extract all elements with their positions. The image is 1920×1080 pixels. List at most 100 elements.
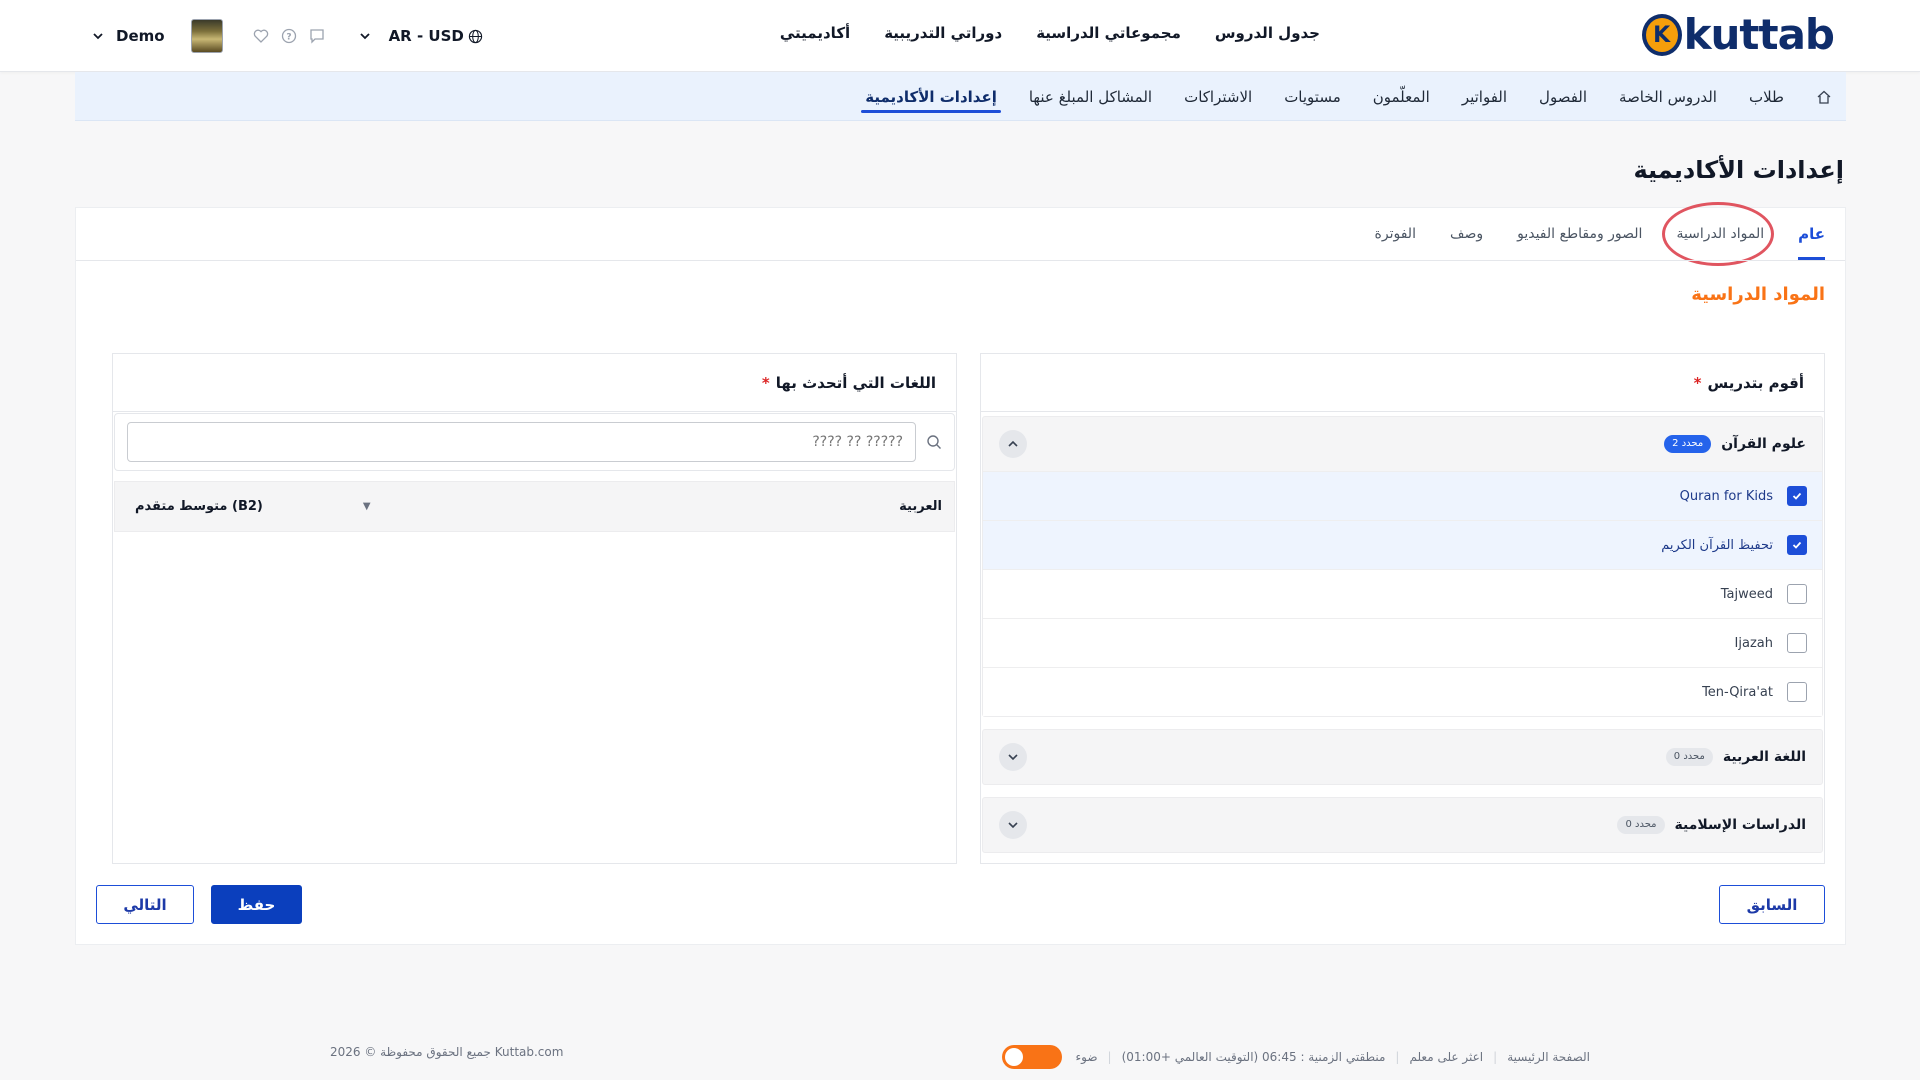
theme-toggle[interactable] — [1001, 1045, 1062, 1069]
language-row: العربية ▼ متوسط متقدم (B2) — [114, 481, 955, 532]
copyright: جميع الحقوق محفوظة © 2026 Kuttab.com — [330, 1045, 564, 1059]
required-mark: * — [1693, 373, 1702, 392]
subject-group-header[interactable]: علوم القرآن 2 محدد — [983, 417, 1822, 471]
subject-option[interactable]: Tajweed — [983, 569, 1822, 618]
separator: | — [1493, 1050, 1498, 1064]
save-button[interactable]: حفظ — [211, 885, 302, 924]
page-title: إعدادات الأكاديمية — [1633, 156, 1844, 184]
timezone-text: منطقتي الزمنية : 06:45 (التوقيت العالمي … — [1121, 1050, 1386, 1064]
search-icon — [926, 434, 942, 450]
subnav-reported-issues[interactable]: المشاكل المبلغ عنها — [1029, 72, 1152, 121]
theme-label: ضوء — [1075, 1050, 1098, 1064]
separator: | — [1107, 1050, 1112, 1064]
selected-count-badge: 0 محدد — [1665, 748, 1713, 766]
subject-group-arabic: اللغة العربية 0 محدد — [982, 729, 1823, 785]
tab-billing[interactable]: الفوترة — [1375, 208, 1416, 260]
language-search-box — [114, 413, 955, 471]
language-level-value: متوسط متقدم (B2) — [135, 499, 263, 514]
chat-icon[interactable] — [309, 28, 325, 44]
main-nav: جدول الدروس مجموعاتي الدراسية دوراتي الت… — [780, 24, 1320, 42]
subject-group-islamic: الدراسات الإسلامية 0 محدد — [982, 797, 1823, 853]
subnav-academy-settings[interactable]: إعدادات الأكاديمية — [861, 72, 1001, 121]
kuttab-logo[interactable]: K kuttab — [1641, 10, 1835, 60]
currency-selector[interactable]: AR - USD — [359, 27, 483, 45]
subnav-classes[interactable]: الفصول — [1539, 72, 1587, 121]
checkbox-unchecked[interactable] — [1787, 682, 1807, 702]
subject-group-header[interactable]: الدراسات الإسلامية 0 محدد — [983, 798, 1822, 852]
subject-option-label: Tajweed — [1720, 586, 1773, 602]
subject-option[interactable]: Ten-Qira'at — [983, 667, 1822, 716]
footer-info: الصفحة الرئيسية | اعثر على معلم | منطقتي… — [1001, 1045, 1590, 1069]
subnav-teachers[interactable]: المعلّمون — [1373, 72, 1430, 121]
language-name: العربية — [899, 499, 942, 514]
checkbox-checked[interactable] — [1787, 535, 1807, 555]
subjects-panel-header: * أقوم بتدريس — [981, 354, 1824, 412]
next-button[interactable]: التالي — [96, 885, 194, 924]
header-user-area: Demo ? AR - USD — [92, 18, 483, 54]
previous-button[interactable]: السابق — [1719, 885, 1825, 924]
nav-study-groups[interactable]: مجموعاتي الدراسية — [1036, 24, 1181, 42]
home-icon[interactable] — [1816, 72, 1832, 121]
languages-panel-header: * اللغات التي أتحدث بها — [113, 354, 956, 412]
nav-lessons-schedule[interactable]: جدول الدروس — [1215, 24, 1320, 42]
languages-label: اللغات التي أتحدث بها — [775, 373, 936, 392]
tab-general[interactable]: عام — [1798, 208, 1825, 260]
chevron-down-icon — [359, 30, 371, 42]
nav-my-academy[interactable]: أكاديميتي — [780, 24, 850, 42]
user-name[interactable]: Demo — [116, 27, 165, 45]
subject-option-label: تحفيظ القرآن الكريم — [1661, 537, 1773, 553]
checkbox-checked[interactable] — [1787, 486, 1807, 506]
heart-icon[interactable] — [253, 28, 269, 44]
globe-icon — [468, 29, 483, 44]
subject-option-label: Quran for Kids — [1679, 488, 1773, 504]
tab-subjects[interactable]: المواد الدراسية — [1662, 202, 1774, 266]
subject-option-label: Ijazah — [1734, 635, 1773, 651]
settings-tabs: عام المواد الدراسية الصور ومقاطع الفيديو… — [1375, 202, 1825, 266]
footer-link-find-teacher[interactable]: اعثر على معلم — [1409, 1050, 1483, 1064]
subject-option[interactable]: Ijazah — [983, 618, 1822, 667]
subject-group-quran: علوم القرآن 2 محدد Quran for Kids تحفيظ … — [982, 416, 1823, 717]
language-search-input[interactable] — [127, 422, 916, 462]
language-level-select[interactable]: ▼ متوسط متقدم (B2) — [135, 499, 371, 514]
subnav-private-lessons[interactable]: الدروس الخاصة — [1619, 72, 1717, 121]
logo-mark-icon: K — [1641, 14, 1682, 56]
chevron-down-icon[interactable] — [999, 811, 1027, 839]
chevron-down-icon[interactable] — [92, 30, 104, 42]
settings-card: عام المواد الدراسية الصور ومقاطع الفيديو… — [75, 202, 1846, 945]
selected-count-badge: 2 محدد — [1664, 435, 1712, 453]
academy-subnav: طلاب الدروس الخاصة الفصول الفواتير المعل… — [75, 72, 1846, 121]
logo-text: kuttab — [1683, 10, 1835, 59]
subject-option-label: Ten-Qira'at — [1702, 684, 1773, 700]
checkbox-unchecked[interactable] — [1787, 633, 1807, 653]
subject-group-header[interactable]: اللغة العربية 0 محدد — [983, 730, 1822, 784]
nav-my-courses[interactable]: دوراتي التدريبية — [884, 24, 1002, 42]
tabs-divider — [76, 260, 1845, 261]
caret-down-icon: ▼ — [362, 501, 371, 512]
subnav-subscriptions[interactable]: الاشتراكات — [1184, 72, 1252, 121]
footer-link-home[interactable]: الصفحة الرئيسية — [1507, 1050, 1590, 1064]
subject-group-title: علوم القرآن — [1721, 436, 1806, 452]
checkbox-unchecked[interactable] — [1787, 584, 1807, 604]
required-mark: * — [761, 373, 770, 392]
svg-text:?: ? — [286, 33, 291, 43]
chevron-up-icon[interactable] — [999, 430, 1027, 458]
languages-panel: * اللغات التي أتحدث بها العربية ▼ متوسط … — [112, 353, 957, 864]
section-title: المواد الدراسية — [1691, 284, 1825, 305]
avatar[interactable] — [190, 19, 223, 53]
subnav-levels[interactable]: مستويات — [1284, 72, 1341, 121]
subject-option[interactable]: Quran for Kids — [983, 471, 1822, 520]
help-icon[interactable]: ? — [281, 28, 297, 44]
subject-option[interactable]: تحفيظ القرآن الكريم — [983, 520, 1822, 569]
subject-group-title: الدراسات الإسلامية — [1674, 817, 1806, 833]
tab-description[interactable]: وصف — [1450, 208, 1483, 260]
subnav-invoices[interactable]: الفواتير — [1462, 72, 1507, 121]
selected-count-badge: 0 محدد — [1617, 816, 1665, 834]
subnav-students[interactable]: طلاب — [1749, 72, 1784, 121]
subject-group-title: اللغة العربية — [1722, 749, 1806, 765]
chevron-down-icon[interactable] — [999, 743, 1027, 771]
currency-label: AR - USD — [388, 27, 464, 45]
subjects-panel: * أقوم بتدريس علوم القرآن 2 محدد Quran f… — [980, 353, 1825, 864]
subjects-label: أقوم بتدريس — [1707, 373, 1804, 392]
top-navbar: K kuttab جدول الدروس مجموعاتي الدراسية د… — [0, 0, 1920, 72]
tab-media[interactable]: الصور ومقاطع الفيديو — [1517, 208, 1642, 260]
